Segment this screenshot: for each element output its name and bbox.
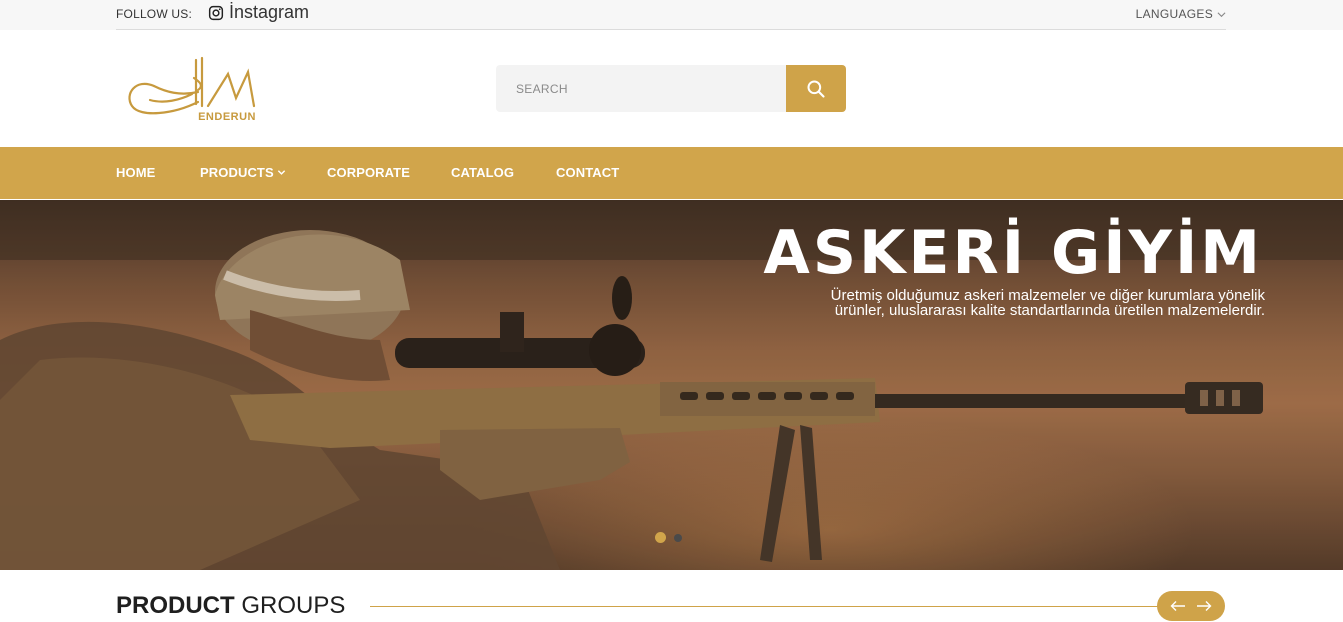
top-bar: FOLLOW US: İnstagram LANGUAGES	[0, 0, 1343, 30]
nav-item-label: CONTACT	[556, 165, 620, 180]
languages-dropdown[interactable]: LANGUAGES	[1136, 7, 1226, 21]
slider-dot[interactable]	[674, 533, 682, 542]
section-title: PRODUCT GROUPS	[116, 592, 345, 620]
hero-slider[interactable]: ASKERİ GİYİM Üretmiş olduğumuz askeri ma…	[0, 200, 1343, 570]
hero-title: ASKERİ GİYİM	[763, 218, 1263, 288]
nav-item-contact[interactable]: CONTACT	[556, 165, 619, 180]
nav-item-label: HOME	[116, 165, 156, 180]
nav-item-products[interactable]: PRODUCTS	[200, 165, 286, 180]
search-button[interactable]	[786, 65, 846, 112]
chevron-down-icon	[1217, 11, 1226, 17]
follow-us-label: FOLLOW US:	[116, 7, 193, 21]
nav-item-label: CORPORATE	[327, 165, 410, 180]
arrow-left-icon	[1170, 601, 1185, 611]
main-nav: HOME PRODUCTS CORPORATE CATALOG CONTACT	[0, 147, 1343, 199]
instagram-icon	[208, 5, 224, 20]
top-bar-inner: FOLLOW US: İnstagram LANGUAGES	[116, 0, 1226, 30]
hero-description: Üretmiş olduğumuz askeri malzemeler ve d…	[830, 287, 1265, 319]
arrow-right-icon	[1197, 601, 1212, 611]
nav-item-corporate[interactable]: CORPORATE	[327, 165, 410, 180]
carousel-arrows	[1157, 591, 1225, 621]
instagram-label: İnstagram	[229, 2, 310, 22]
instagram-link[interactable]: İnstagram	[208, 2, 309, 23]
chevron-down-icon	[277, 170, 285, 175]
carousel-prev-button[interactable]	[1169, 597, 1187, 615]
section-title-bold: PRODUCT	[116, 592, 235, 619]
enderun-logo[interactable]: ENDERUN	[124, 56, 260, 126]
search-box	[496, 65, 846, 112]
search-input[interactable]	[496, 65, 786, 112]
slider-pagination	[655, 532, 682, 543]
logo-mark-icon: ENDERUN	[128, 56, 256, 123]
carousel-next-button[interactable]	[1195, 597, 1213, 615]
section-title-light: GROUPS	[241, 592, 346, 619]
logo-text: ENDERUN	[198, 111, 256, 123]
section-divider	[370, 606, 1160, 607]
nav-item-catalog[interactable]: CATALOG	[451, 165, 514, 180]
nav-item-label: PRODUCTS	[200, 165, 274, 180]
nav-item-home[interactable]: HOME	[116, 165, 155, 180]
languages-label: LANGUAGES	[1135, 7, 1213, 21]
slider-dot-active[interactable]	[655, 532, 666, 543]
nav-item-label: CATALOG	[451, 165, 515, 180]
search-icon	[807, 80, 825, 98]
site-header: ENDERUN	[0, 30, 1343, 147]
